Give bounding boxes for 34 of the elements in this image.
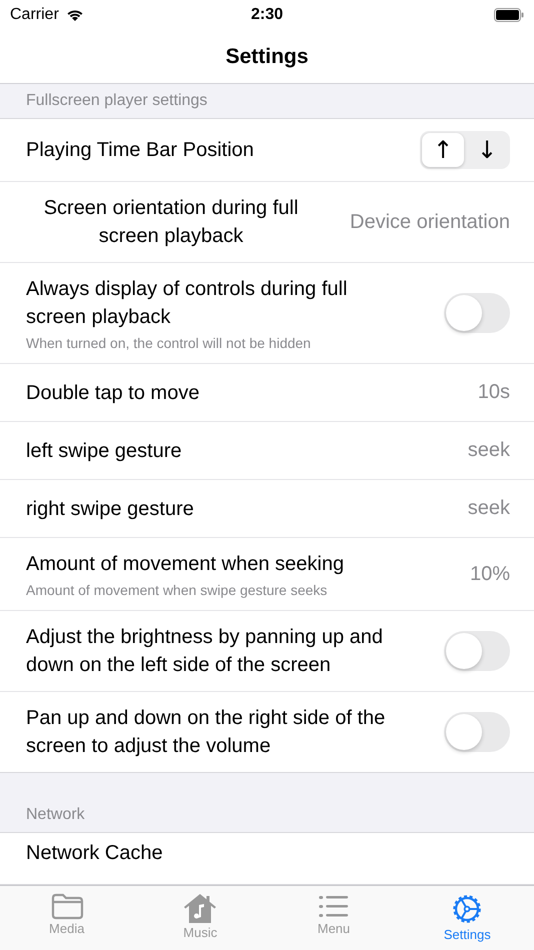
setting-label: Network Cache xyxy=(26,841,164,866)
screen-title: Settings xyxy=(226,44,308,68)
section-header: Network xyxy=(26,806,85,824)
setting-value[interactable]: seek xyxy=(468,497,510,520)
carrier-name: Carrier xyxy=(10,6,59,24)
setting-value[interactable]: 10% xyxy=(470,562,510,586)
toggle-switch[interactable] xyxy=(444,712,510,752)
setting-label: Adjust the brightness by panning up and down on the left side of the screen xyxy=(26,625,384,678)
segment-button[interactable]: ↓ xyxy=(466,133,508,167)
setting-description: Amount of movement when swipe gesture seeks xyxy=(26,582,328,598)
folder-icon xyxy=(50,892,84,920)
segment-button[interactable]: ↑ xyxy=(422,133,464,167)
tab-item[interactable]: Music xyxy=(134,886,267,950)
tab-item[interactable]: Menu xyxy=(267,886,400,950)
toggle-switch[interactable] xyxy=(444,293,510,333)
setting-description: When turned on, the control will not be hidden xyxy=(26,335,312,351)
battery-icon xyxy=(494,8,524,22)
setting-label: Playing Time Bar Position xyxy=(26,138,255,163)
status-time: 2:30 xyxy=(250,6,284,24)
setting-label: left swipe gesture xyxy=(26,438,183,464)
setting-label: Double tap to move xyxy=(26,380,200,406)
section-header: Fullscreen player settings xyxy=(26,92,208,110)
setting-value[interactable]: 10s xyxy=(478,381,510,404)
tab-item[interactable]: Media xyxy=(0,886,134,950)
tab-item[interactable]: Settings xyxy=(400,886,534,950)
setting-value[interactable]: seek xyxy=(468,439,510,462)
toggle-switch[interactable] xyxy=(444,631,510,671)
setting-label: right swipe gesture xyxy=(26,496,195,522)
setting-label: Always display of controls during full screen playback xyxy=(26,277,348,330)
setting-label: Screen orientation during full screen playback xyxy=(42,196,300,249)
music-house-icon xyxy=(182,892,218,924)
setting-label: Pan up and down on the right side of the screen to adjust the volume xyxy=(26,706,386,759)
setting-label: Amount of movement when seeking xyxy=(26,552,345,577)
setting-value[interactable]: Device orientation xyxy=(350,210,510,234)
